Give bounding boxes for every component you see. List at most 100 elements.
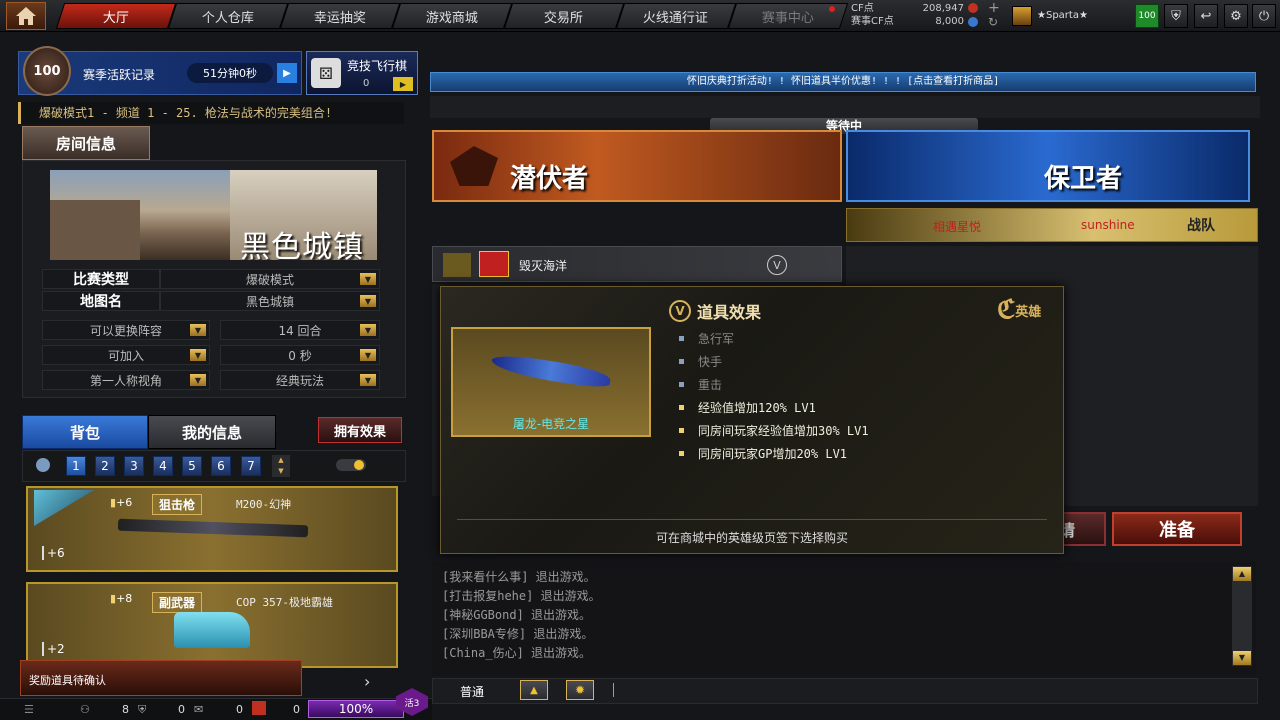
rank-badge-icon	[1012, 6, 1032, 26]
tab-label: 交易所	[544, 10, 584, 26]
add-currency-icon[interactable]: +	[988, 0, 1000, 16]
room-info-header: 房间信息	[22, 126, 150, 160]
dice-icon: ⚄	[311, 58, 341, 88]
tab-shop[interactable]: 游戏商城	[391, 3, 513, 29]
tab-exchange[interactable]: 交易所	[503, 3, 625, 29]
chat-scrollbar[interactable]: ▲ ▼	[1232, 566, 1252, 666]
tab-lobby[interactable]: 大厅	[55, 3, 177, 29]
home-button[interactable]	[6, 2, 46, 30]
shield-icon: ⛨	[1171, 8, 1181, 24]
tab-warehouse[interactable]: 个人仓库	[167, 3, 289, 29]
view-select[interactable]: 第一人称视角 ▼	[42, 370, 210, 390]
effect-text: 快手	[698, 355, 723, 369]
joinable-select[interactable]: 可加入 ▼	[42, 345, 210, 365]
effect-item: 经验值增加120% LV1	[679, 396, 869, 419]
team-ambush-banner[interactable]: 潜伏者	[432, 130, 842, 202]
page-stepper-icon[interactable]: ▲ ▼	[272, 455, 290, 477]
race-cf-label: 赛事CF点	[851, 16, 894, 27]
team-option-value: 可以更换阵容	[89, 323, 162, 338]
power-button[interactable]: ⏻	[1252, 4, 1276, 28]
player-level-badge: 100	[1135, 4, 1159, 28]
season-activity-panel[interactable]: 100 赛季活跃记录 51分钟0秒 ▶	[18, 46, 302, 96]
scroll-up-icon[interactable]: ▲	[1233, 567, 1251, 581]
clan-player1-name: 相遇星悦	[933, 220, 982, 234]
settings-button[interactable]: ⚙	[1224, 4, 1248, 28]
mode-select[interactable]: 经典玩法 ▼	[220, 370, 380, 390]
top-nav-bar: 大厅 个人仓库 幸运抽奖 游戏商城 交易所 火线通行证 赛事中心 CF点 赛事C…	[0, 0, 1280, 32]
gift-icon[interactable]	[252, 701, 266, 715]
scroll-down-icon[interactable]: ▼	[1233, 651, 1251, 665]
bullet-icon	[679, 382, 684, 387]
page-button[interactable]: 6	[211, 456, 231, 476]
message-count: 0	[236, 703, 243, 716]
page-button[interactable]: 5	[182, 456, 202, 476]
page-button[interactable]: 3	[124, 456, 144, 476]
tab-pass[interactable]: 火线通行证	[615, 3, 737, 29]
rounds-select[interactable]: 14 回合 ▼	[220, 320, 380, 340]
chat-settings-button[interactable]: ✹	[566, 680, 594, 700]
shield-button[interactable]: ⛨	[1164, 4, 1188, 28]
effect-text: 重击	[698, 378, 723, 392]
cf-coin-icon	[968, 3, 978, 13]
hero-label: 英雄	[1015, 304, 1042, 320]
tooltip-title: 道具效果	[697, 303, 762, 322]
reward-pending-notice[interactable]: 奖励道具待确认	[20, 660, 302, 696]
effect-item: 同房间玩家经验值增加30% LV1	[679, 419, 869, 442]
sniper-rifle-icon	[117, 518, 309, 538]
weapon-name: M200-幻神	[236, 498, 292, 511]
clan-tag: 战队	[1187, 218, 1215, 234]
menu-icon[interactable]: ☰	[24, 703, 34, 716]
shield-icon: ⛨	[138, 703, 147, 716]
match-type-select[interactable]: 爆破模式 ▼	[160, 269, 380, 289]
currency-labels: CF点 赛事CF点	[851, 2, 894, 28]
map-select[interactable]: 黑色城镇 ▼	[160, 291, 380, 311]
chat-channel-label[interactable]: 普通	[460, 683, 484, 700]
clan-row[interactable]: 相遇星悦 sunshine 战队	[846, 208, 1258, 242]
weapon-card[interactable]: ▮+8 副武器 COP 357-极地霸雄 +2	[26, 582, 398, 668]
notification-dot	[829, 6, 835, 12]
chess-play-icon[interactable]: ▶	[393, 77, 413, 91]
player-name[interactable]: ★Sparta★	[1037, 10, 1088, 21]
gear-icon: ✹	[574, 683, 586, 697]
chat-icon: ✉	[194, 703, 204, 716]
map-value: 黑色城镇	[245, 294, 294, 309]
chess-panel[interactable]: ⚄ 竞技飞行棋 0 ▶	[306, 51, 418, 95]
toggle-switch[interactable]	[336, 459, 366, 471]
weapon-card[interactable]: ▮+6 狙击枪 M200-幻神 +6	[26, 486, 398, 572]
channel-select-button[interactable]: ▲	[520, 680, 548, 700]
tab-lottery[interactable]: 幸运抽奖	[279, 3, 401, 29]
back-button[interactable]: ↩	[1194, 4, 1218, 28]
season-title: 赛季活跃记录	[83, 68, 156, 82]
bullet-icon	[679, 428, 684, 433]
tab-bag[interactable]: 背包	[22, 415, 148, 449]
ready-button[interactable]: 准备	[1112, 512, 1242, 546]
page-button[interactable]: 1	[66, 456, 86, 476]
chat-input[interactable]	[610, 683, 1230, 699]
chat-line: [神秘GGBond] 退出游戏。	[442, 608, 592, 622]
mode-value: 经典玩法	[275, 373, 324, 388]
bullet-icon	[679, 359, 684, 364]
page-button[interactable]: 2	[95, 456, 115, 476]
map-label: 地图名	[42, 291, 160, 311]
promo-banner[interactable]: 怀旧庆典打折活动! ! 怀旧道具半价优惠! ! ! [点击查看打折商品]	[430, 72, 1256, 92]
effect-list: 急行军 快手 重击 经验值增加120% LV1 同房间玩家经验值增加30% LV…	[679, 327, 869, 465]
weapon-bonus: +6	[42, 546, 65, 560]
chevron-down-icon: ▼	[360, 374, 376, 386]
pistol-icon	[174, 612, 250, 648]
player-slot[interactable]: 毁灭海洋 V	[432, 246, 842, 282]
bullet-bonus-value: +8	[116, 592, 133, 605]
page-button[interactable]: 4	[153, 456, 173, 476]
effect-item: 同房间玩家GP增加20% LV1	[679, 442, 869, 465]
time-select[interactable]: 0 秒 ▼	[220, 345, 380, 365]
bullet-icon	[679, 336, 684, 341]
play-icon[interactable]: ▶	[277, 63, 297, 83]
chess-title: 竞技飞行棋	[347, 59, 408, 73]
chevron-right-icon[interactable]: ›	[364, 672, 370, 691]
team-option-select[interactable]: 可以更换阵容 ▼	[42, 320, 210, 340]
team-guardian-banner[interactable]: 保卫者	[846, 130, 1250, 202]
tab-my-info[interactable]: 我的信息	[148, 415, 276, 449]
time-value: 0 秒	[288, 348, 312, 363]
owned-effects-button[interactable]: 拥有效果	[318, 417, 402, 443]
refresh-icon[interactable]: ↻	[988, 15, 998, 29]
page-button[interactable]: 7	[241, 456, 261, 476]
